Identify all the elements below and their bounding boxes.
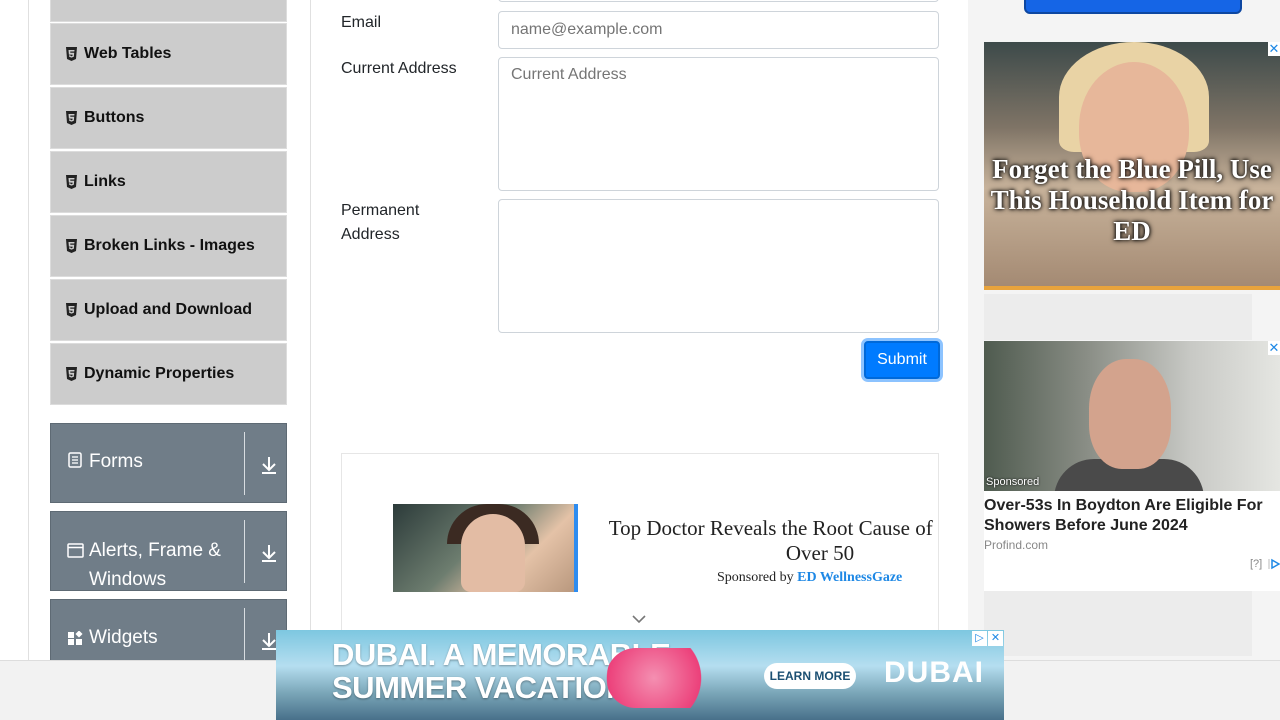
divider xyxy=(244,520,245,583)
ad-button[interactable] xyxy=(1024,0,1242,14)
sidebar-item-broken-links[interactable]: Broken Links - Images xyxy=(50,215,287,277)
download-icon[interactable] xyxy=(259,454,279,476)
email-label: Email xyxy=(341,14,382,31)
download-icon[interactable] xyxy=(259,542,279,564)
sidebar-item-label: Web Tables xyxy=(84,45,172,62)
banner-brand: DUBAI xyxy=(884,656,984,689)
sidebar-group-forms[interactable]: Forms xyxy=(50,423,287,503)
page: Web Tables Buttons Links Broken Links - … xyxy=(0,0,1280,720)
divider xyxy=(244,432,245,495)
current-address-label: Current Address xyxy=(341,60,457,77)
close-icon[interactable]: ✕ xyxy=(1268,341,1280,355)
sidebar-item-buttons[interactable]: Buttons xyxy=(50,87,287,149)
sidebar-item-links[interactable]: Links xyxy=(50,151,287,213)
group-label: Alerts, Frame & Windows xyxy=(89,540,221,590)
html5-icon xyxy=(65,47,78,61)
list-icon xyxy=(67,452,83,468)
sidebar-item-label: Broken Links - Images xyxy=(84,237,255,254)
sidebar-item-upload-download[interactable]: Upload and Download xyxy=(50,279,287,341)
flamingo-float xyxy=(606,648,726,708)
sidebar-item-label: Buttons xyxy=(84,109,145,126)
ad-image xyxy=(393,504,578,592)
ad-headline: Forget the Blue Pill, Use This Household… xyxy=(990,154,1274,246)
ad-background xyxy=(984,294,1252,340)
ad-image: Sponsored xyxy=(984,341,1280,491)
ad-help[interactable]: [?] xyxy=(1250,558,1262,570)
html5-icon xyxy=(65,175,78,189)
html5-icon xyxy=(65,303,78,317)
chevron-down-icon[interactable] xyxy=(631,612,647,624)
group-label: Forms xyxy=(89,451,143,472)
current-address-field[interactable] xyxy=(498,57,939,191)
close-icon[interactable]: ✕ xyxy=(988,631,1003,646)
sponsor-name[interactable]: ED WellnessGaze xyxy=(797,570,902,585)
sidebar-item-label: Dynamic Properties xyxy=(84,365,235,382)
ad-sponsor: Sponsored by ED WellnessGaze xyxy=(717,570,902,586)
html5-icon xyxy=(65,111,78,125)
ad-headline[interactable]: Top Doctor Reveals the Root Cause of ED … xyxy=(595,516,938,566)
ad-banner-ed[interactable]: Forget the Blue Pill, Use This Household… xyxy=(984,42,1280,290)
sponsor-prefix: Sponsored by xyxy=(717,570,794,585)
permanent-address-field[interactable] xyxy=(498,199,939,333)
widgets-icon xyxy=(67,630,83,647)
window-icon xyxy=(67,542,84,558)
sidebar-item-previous[interactable] xyxy=(50,0,287,22)
sidebar-group-alerts[interactable]: Alerts, Frame & Windows xyxy=(50,511,287,591)
name-field[interactable] xyxy=(498,0,939,2)
html5-icon xyxy=(65,367,78,381)
permanent-address-label: Permanent Address xyxy=(341,202,420,243)
sidebar-item-label: Upload and Download xyxy=(84,301,252,318)
adchoices-icon[interactable]: ▷ xyxy=(972,631,987,646)
submit-button[interactable]: Submit xyxy=(864,341,940,379)
adchoices-icon[interactable] xyxy=(1268,557,1280,571)
sidebar-item-dynamic-properties[interactable]: Dynamic Properties xyxy=(50,343,287,405)
sidebar-item-web-tables[interactable]: Web Tables xyxy=(50,23,287,85)
ad-background xyxy=(984,591,1252,656)
group-label: Widgets xyxy=(89,627,158,648)
sponsored-label: Sponsored xyxy=(986,476,1040,488)
close-icon[interactable]: ✕ xyxy=(1268,42,1280,56)
ad-showers[interactable]: Sponsored Over-53s In Boydton Are Eligib… xyxy=(984,341,1280,591)
sidebar-item-label: Links xyxy=(84,173,126,190)
email-field[interactable] xyxy=(498,11,939,49)
dubai-banner-ad[interactable]: DUBAI. A MEMORABLE SUMMER VACATION LEARN… xyxy=(276,630,1004,720)
ad-title[interactable]: Over-53s In Boydton Are Eligible For Sho… xyxy=(984,496,1280,536)
html5-icon xyxy=(65,239,78,253)
ad-source: Profind.com xyxy=(984,538,1049,552)
learn-more-button[interactable]: LEARN MORE xyxy=(764,663,856,689)
